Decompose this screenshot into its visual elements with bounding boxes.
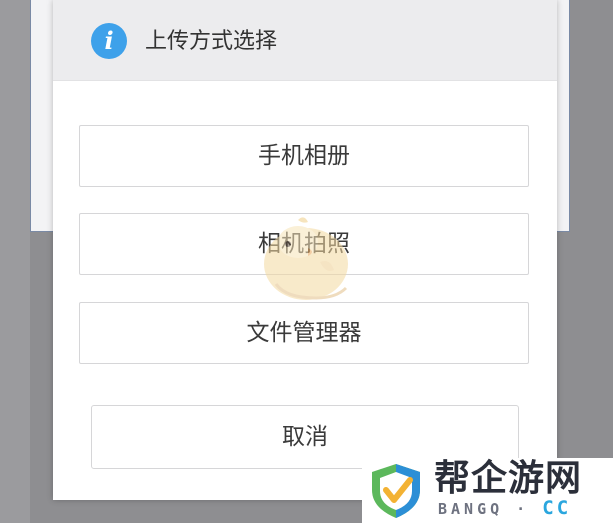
watermark-domain-prefix: BANGQ · <box>438 500 530 518</box>
site-watermark: 帮企游网 BANGQ · CC <box>362 458 613 523</box>
option-phone-album-button[interactable]: 手机相册 <box>79 125 529 187</box>
dialog-title: 上传方式选择 <box>145 29 278 54</box>
dialog-header: i 上传方式选择 <box>53 0 557 81</box>
watermark-title: 帮企游网 <box>434 458 583 499</box>
backdrop-left-strip <box>0 0 30 523</box>
option-camera-button[interactable]: 相机拍照 <box>79 213 529 275</box>
option-file-manager-button[interactable]: 文件管理器 <box>79 302 529 364</box>
watermark-domain-suffix: CC <box>542 497 572 519</box>
upload-method-dialog: i 上传方式选择 手机相册 相机拍照 文件管理器 取消 <box>53 0 557 500</box>
watermark-subtitle: BANGQ · CC <box>438 498 571 519</box>
info-icon: i <box>91 23 127 59</box>
shield-logo-icon <box>372 464 420 518</box>
